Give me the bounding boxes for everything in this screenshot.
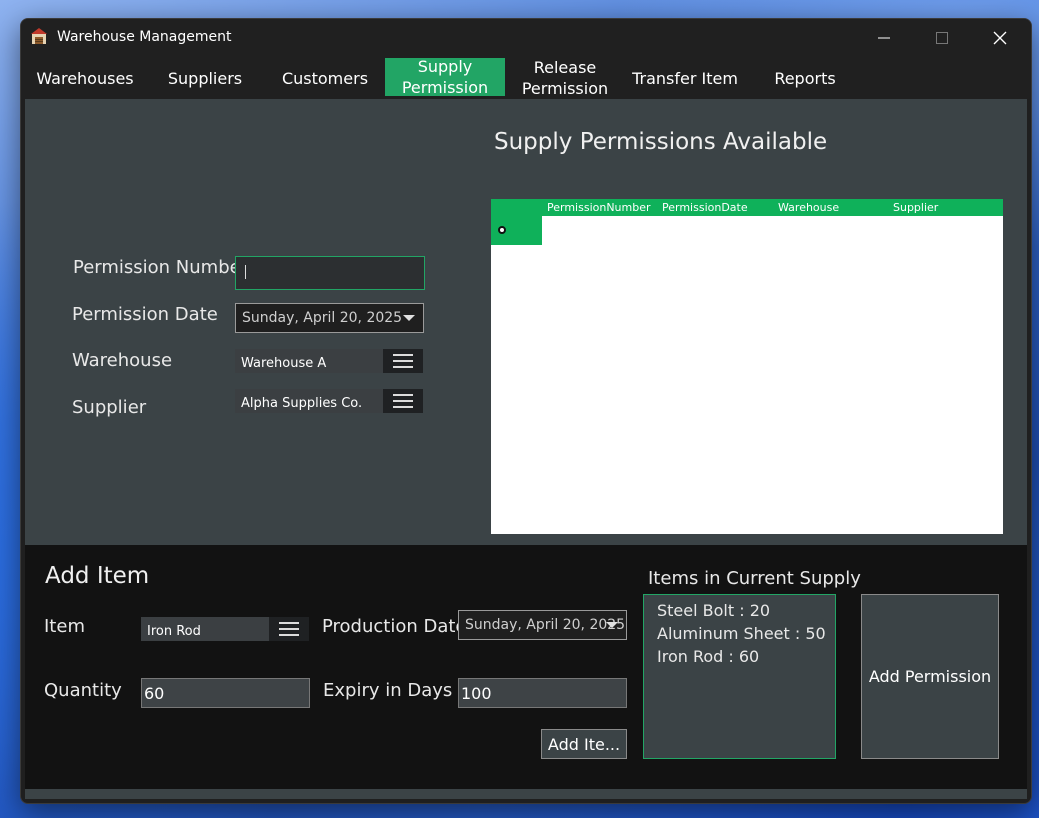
grid-header: PermissionNumber PermissionDate Warehous… [491, 199, 1003, 216]
title-bar[interactable]: Warehouse Management [21, 19, 1031, 57]
menu-suppliers[interactable]: Suppliers [145, 57, 265, 99]
add-item-title: Add Item [45, 563, 150, 589]
expiry-label: Expiry in Days [323, 680, 453, 701]
status-strip [25, 789, 1027, 799]
new-row-header[interactable] [491, 216, 542, 245]
maximize-button[interactable] [913, 19, 971, 57]
current-supply-list[interactable]: Steel Bolt : 20 Aluminum Sheet : 50 Iron… [643, 594, 836, 759]
production-date-picker[interactable]: Sunday, April 20, 2025 [458, 610, 627, 640]
current-supply-title: Items in Current Supply [648, 568, 861, 589]
permission-date-picker[interactable]: Sunday, April 20, 2025 [235, 303, 424, 333]
menu-supply-permission[interactable]: Supply Permission [385, 57, 505, 97]
menu-release-permission[interactable]: Release Permission [505, 57, 625, 99]
warehouse-value: Warehouse A [235, 349, 383, 373]
add-permission-button[interactable]: Add Permission [861, 594, 999, 759]
production-date-label: Production Date [322, 616, 467, 637]
permission-number-label: Permission Number [73, 257, 249, 278]
chevron-down-icon [403, 315, 415, 321]
menu-reports[interactable]: Reports [745, 57, 865, 99]
menu-warehouses[interactable]: Warehouses [25, 57, 145, 99]
text-caret [245, 265, 246, 279]
minimize-button[interactable] [855, 19, 913, 57]
permission-date-value: Sunday, April 20, 2025 [242, 310, 403, 326]
permissions-grid[interactable]: PermissionNumber PermissionDate Warehous… [491, 199, 1003, 534]
col-warehouse[interactable]: Warehouse [778, 201, 839, 214]
window-title: Warehouse Management [57, 29, 232, 45]
new-row-icon [498, 226, 506, 234]
col-permission-number[interactable]: PermissionNumber [547, 201, 651, 214]
menu-customers[interactable]: Customers [265, 57, 385, 99]
warehouse-app-icon [31, 28, 47, 44]
menu-transfer-item[interactable]: Transfer Item [625, 57, 745, 99]
supply-permission-panel: Supply Permissions Available Permission … [25, 99, 1027, 545]
item-menu-button[interactable] [269, 617, 309, 641]
add-item-button[interactable]: Add Ite... [541, 729, 627, 759]
quantity-label: Quantity [44, 680, 122, 701]
grid-title: Supply Permissions Available [494, 129, 828, 155]
item-value: Iron Rod [141, 617, 269, 641]
col-permission-date[interactable]: PermissionDate [662, 201, 748, 214]
main-menu: Warehouses Suppliers Customers Supply Pe… [21, 57, 1031, 99]
col-supplier[interactable]: Supplier [893, 201, 938, 214]
expiry-input[interactable]: 100 [458, 678, 627, 708]
supplier-value: Alpha Supplies Co. [235, 389, 383, 413]
list-item[interactable]: Steel Bolt : 20 [644, 599, 835, 622]
maximize-icon [936, 32, 948, 44]
close-icon [993, 31, 1007, 45]
production-date-value: Sunday, April 20, 2025 [465, 617, 626, 633]
permission-date-label: Permission Date [72, 304, 218, 325]
add-item-panel: Add Item Item Iron Rod Production Date S… [25, 545, 1027, 789]
chevron-down-icon [606, 622, 618, 628]
supplier-menu-button[interactable] [383, 389, 423, 413]
app-window: Warehouse Management Warehouses Supplier… [20, 18, 1032, 804]
permission-number-input[interactable] [235, 256, 425, 290]
list-item[interactable]: Aluminum Sheet : 50 [644, 622, 835, 645]
list-item[interactable]: Iron Rod : 60 [644, 645, 835, 668]
quantity-input[interactable]: 60 [141, 678, 310, 708]
close-button[interactable] [971, 19, 1029, 57]
item-label: Item [44, 616, 85, 637]
warehouse-label: Warehouse [72, 350, 173, 371]
minimize-icon [878, 37, 890, 39]
warehouse-menu-button[interactable] [383, 349, 423, 373]
supplier-label: Supplier [72, 397, 147, 418]
